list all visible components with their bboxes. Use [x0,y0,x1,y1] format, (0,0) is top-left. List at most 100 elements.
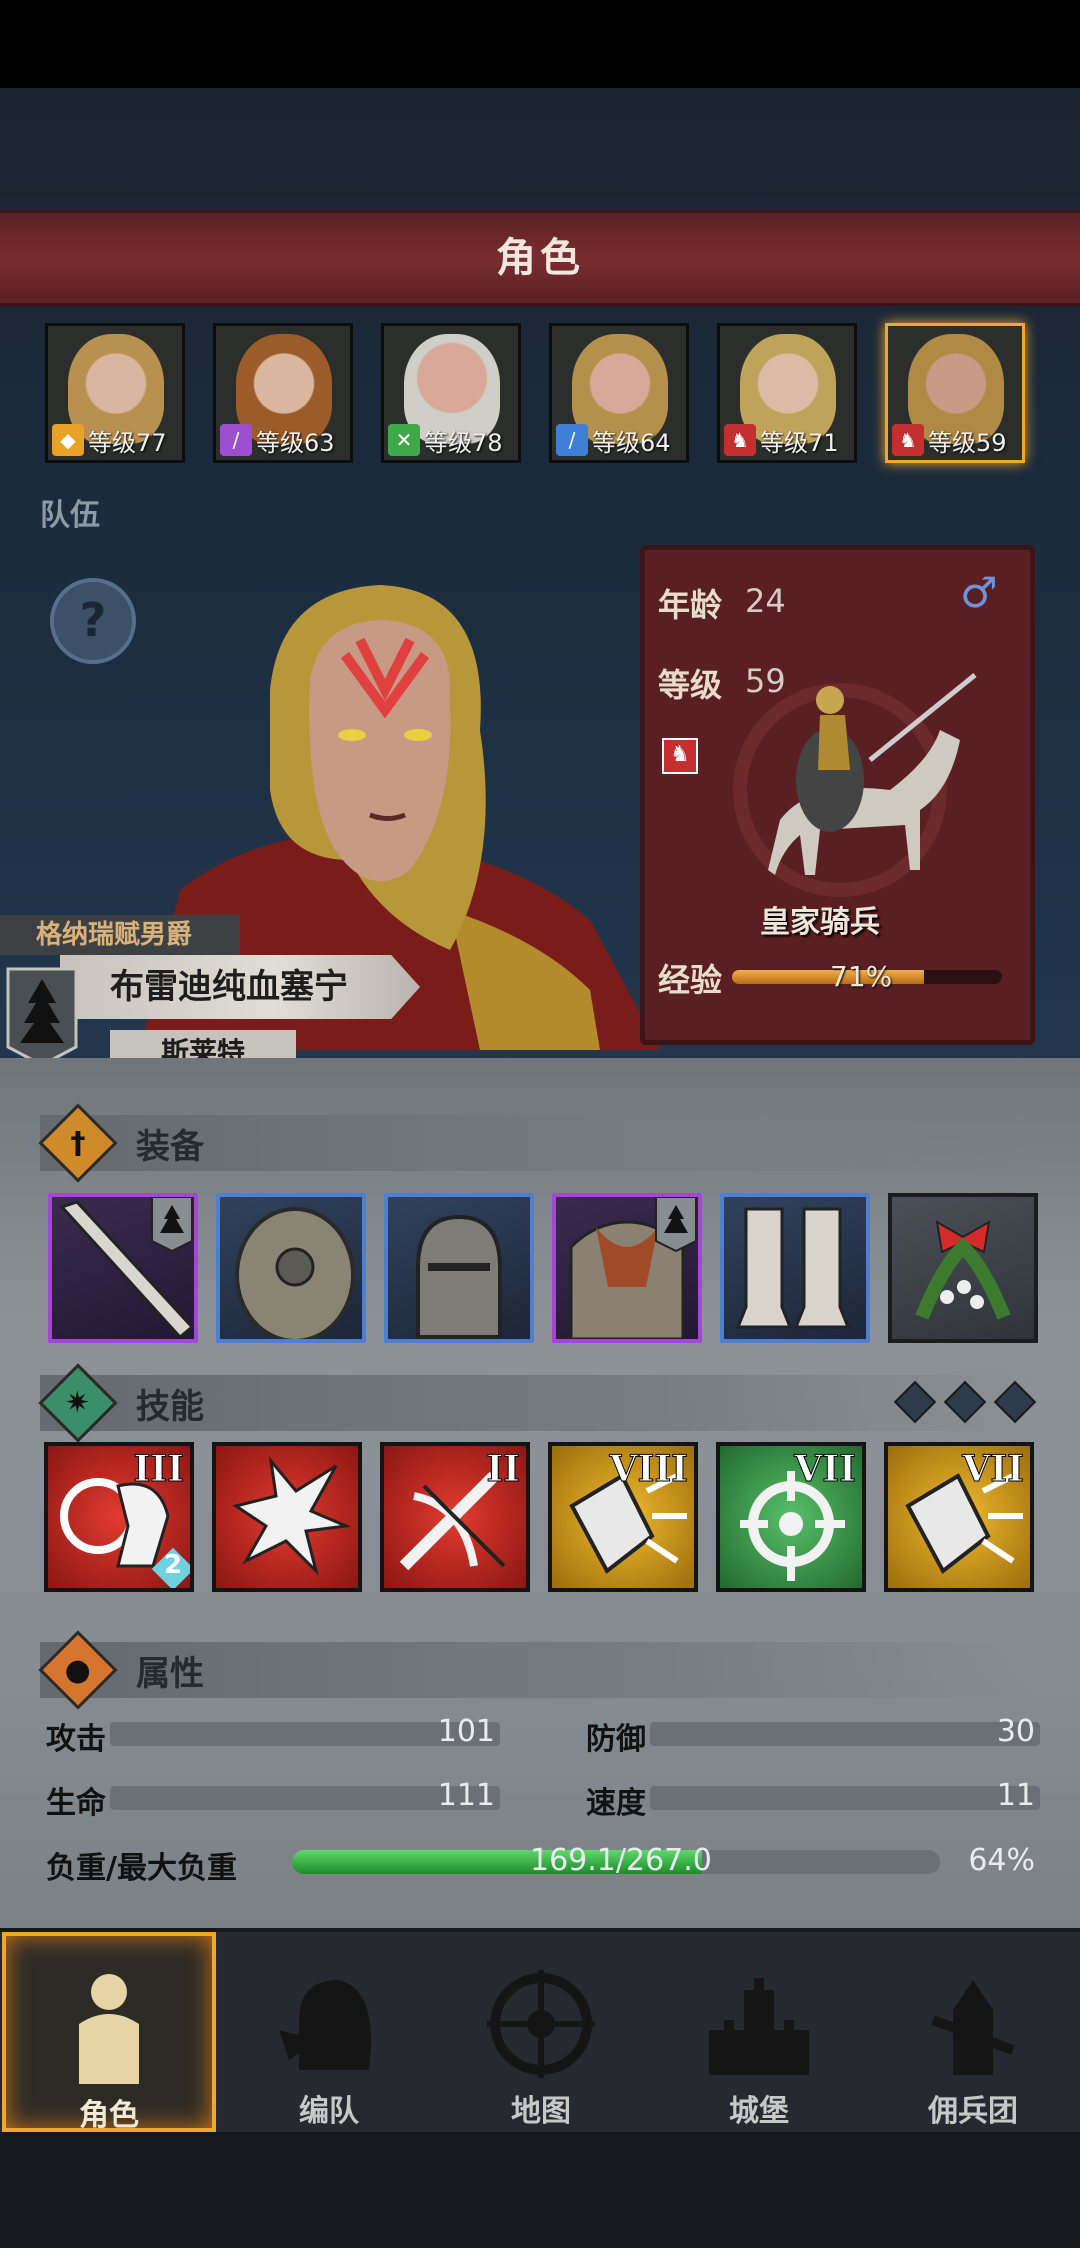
castle-icon [709,1978,809,2075]
impact-strike-icon [232,1455,352,1576]
skill-slot-indicators [893,1380,1037,1424]
skill-slot-2[interactable] [212,1442,362,1592]
skills-header: ✷ 技能 [38,1363,1040,1443]
speed-value: 11 [996,1778,1035,1813]
skill-slot-3[interactable]: II [380,1442,530,1592]
mercenary-icon [931,1980,1015,2075]
skill-slot-6[interactable]: VII [884,1442,1034,1592]
skill-tier: III [133,1448,185,1491]
mistletoe-icon [915,1220,1011,1320]
page-title: 角色 [496,235,584,281]
age-label: 年龄 [658,586,723,624]
dagger-icon: † [38,1103,118,1183]
noble-title-tag: 格纳瑞赋男爵 [0,915,240,955]
diamond-icon [993,1380,1037,1424]
skill-level-number: 2 [164,1550,183,1580]
hp-label: 生命 [46,1786,106,1821]
nav-character[interactable]: 角色 [2,1932,216,2133]
nav-map[interactable]: 地图 [434,1932,648,2132]
title-banner: 角色 [0,210,1080,306]
skill-tier: II [486,1448,521,1491]
skills-title: 技能 [136,1386,204,1427]
nav-formation[interactable]: 编队 [222,1932,436,2132]
diamond-icon [893,1380,937,1424]
unit-type: 皇家骑兵 [760,905,880,940]
person-icon: ● [38,1630,118,1710]
load-label: 负重/最大负重 [46,1851,237,1886]
defense-value: 30 [996,1714,1035,1749]
level-text: 等级59 [928,428,1007,457]
noble-title: 格纳瑞赋男爵 [36,920,193,950]
nav-castle[interactable]: 城堡 [652,1932,866,2132]
star-icon: ✷ [38,1363,118,1443]
skill-slot-1[interactable]: III 2 [44,1442,194,1592]
horse-class-icon: ♞ [724,424,756,456]
level-label: 等级 [658,666,723,704]
status-bar [0,0,1080,88]
nav-mercenary[interactable]: 佣兵团 [866,1932,1080,2132]
horse-class-icon: ♞ [662,738,698,774]
level-text: 等级77 [88,428,167,457]
equip-slot-weapon[interactable] [48,1193,198,1343]
roster-slot-4[interactable]: / 等级64 [549,323,689,463]
character-name: 布雷迪纯血塞宁 [110,967,348,1007]
roster-slot-5[interactable]: ♞ 等级71 [717,323,857,463]
pine-crest-icon [6,967,78,1067]
greaves-icon [735,1207,851,1329]
load-value: 169.1/267.0 [530,1843,712,1878]
attributes-title: 属性 [136,1653,204,1694]
staff-class-icon: / [220,424,252,456]
compass-icon [487,1970,595,2078]
shield-class-icon: ◆ [52,424,84,456]
defense-label: 防御 [586,1722,646,1757]
diamond-icon [943,1380,987,1424]
level-text: 等级78 [424,428,503,457]
exp-fill [732,970,924,984]
roster-slot-1[interactable]: ◆ 等级77 [45,323,185,463]
attributes-header: ● 属性 [38,1630,1040,1710]
greatsword-icon [59,1197,194,1339]
knight-icon [79,1974,139,2084]
roster-slot-2[interactable]: / 等级63 [213,323,353,463]
equip-slot-boots[interactable] [720,1193,870,1343]
roster-slot-6-selected[interactable]: ♞ 等级59 [885,323,1025,463]
equip-slot-shield[interactable] [216,1193,366,1343]
skill-slot-5[interactable]: VII [716,1442,866,1592]
nav-label: 编队 [299,2094,359,2129]
name-plate: 布雷迪纯血塞宁 [60,955,420,1019]
exp-percent: 71% [830,960,893,993]
helmet-formation-icon [279,1980,371,2070]
equipment-title: 装备 [136,1126,204,1167]
nav-label: 地图 [511,2094,571,2129]
helmet-icon [416,1214,502,1339]
male-gender-icon: ♂ [960,568,998,617]
nav-label: 佣兵团 [928,2094,1018,2129]
horse-class-icon: ♞ [892,424,924,456]
roster-slot-3[interactable]: ✕ 等级78 [381,323,521,463]
equip-slot-accessory[interactable] [888,1193,1038,1343]
skill-tier: VIII [609,1448,688,1491]
hp-value: 111 [437,1778,495,1813]
level-text: 等级63 [256,428,335,457]
speed-label: 速度 [586,1786,646,1821]
system-nav-bar [0,2132,1080,2248]
skill-slot-4[interactable]: VIII [548,1442,698,1592]
nav-label: 角色 [79,2098,139,2133]
sword-class-icon: / [556,424,588,456]
equip-slot-armor[interactable] [552,1193,702,1343]
chainmail-armor-icon [569,1197,697,1339]
round-shield-icon [235,1207,355,1339]
nav-label: 城堡 [729,2094,789,2129]
question-icon: ? [79,593,107,647]
load-percent: 64% [968,1843,1035,1878]
age-value: 24 [745,582,786,620]
attack-label: 攻击 [46,1722,106,1757]
skill-tier: VII [962,1448,1025,1491]
bow-class-icon: ✕ [388,424,420,456]
level-text: 等级71 [760,428,839,457]
team-label: 队伍 [40,498,100,533]
royal-cavalry-unit-art [733,673,977,897]
skill-tier: VII [794,1448,857,1491]
equipment-header: † 装备 [38,1103,1040,1183]
equip-slot-helmet[interactable] [384,1193,534,1343]
